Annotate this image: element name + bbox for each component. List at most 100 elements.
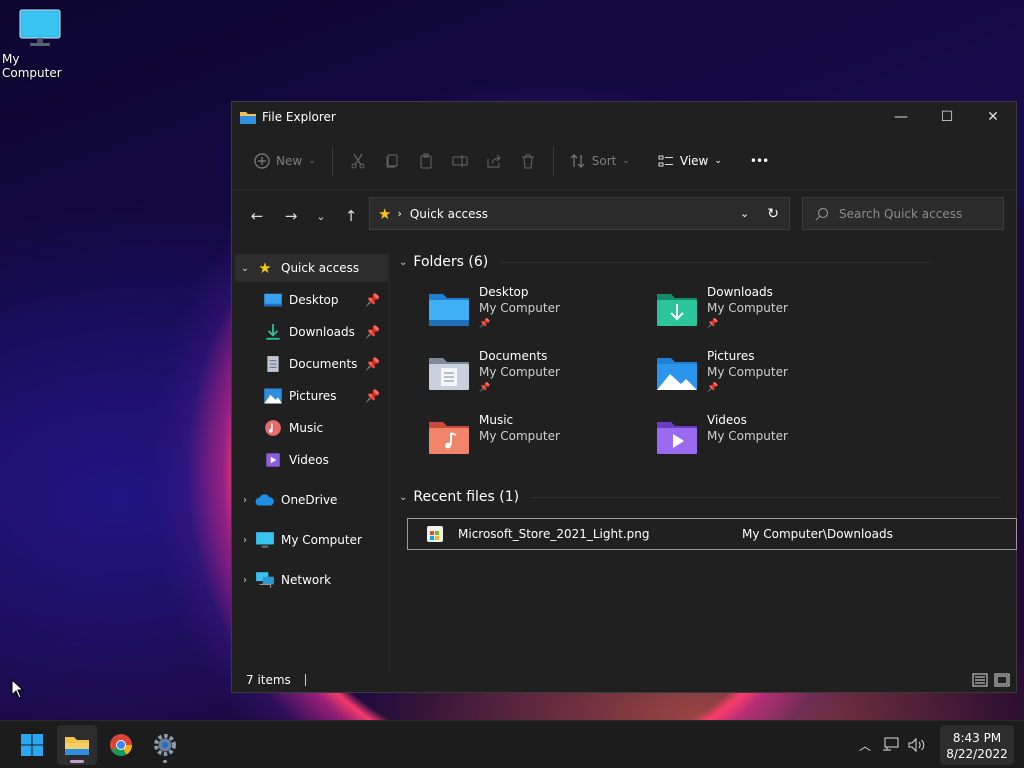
network-icon	[256, 572, 274, 588]
sidebar-item-my-computer[interactable]: › My Computer	[235, 526, 388, 554]
folder-tile-desktop[interactable]: Desktop My Computer 📌	[427, 284, 647, 342]
chevron-right-icon[interactable]: ›	[235, 535, 255, 546]
recent-locations-button[interactable]: ⌄	[308, 200, 334, 232]
share-button[interactable]	[477, 145, 511, 177]
view-label: View	[679, 153, 709, 168]
arrow-up-icon: ↑	[344, 207, 358, 225]
close-button[interactable]: ✕	[970, 102, 1016, 132]
show-hidden-icons-button[interactable]: ︿	[852, 730, 878, 760]
more-options-button[interactable]: •••	[742, 145, 776, 177]
sidebar-item-desktop[interactable]: Desktop 📌	[235, 286, 388, 314]
back-button[interactable]: ←	[240, 200, 274, 232]
address-bar[interactable]: ★ › Quick access ⌄ ↻	[369, 197, 790, 230]
folder-tile-downloads[interactable]: Downloads My Computer 📌	[655, 284, 875, 342]
trash-icon	[521, 154, 534, 168]
sidebar-item-downloads[interactable]: Downloads 📌	[235, 318, 388, 346]
desktop-icon-my-computer[interactable]: My Computer	[2, 8, 78, 80]
address-dropdown-icon[interactable]: ⌄	[740, 207, 749, 220]
picture-folder-icon	[657, 358, 697, 390]
folder-name: Documents	[479, 349, 548, 363]
taskbar-chrome[interactable]	[101, 725, 141, 765]
sidebar-item-label: OneDrive	[281, 493, 338, 507]
chevron-down-icon: ⌄	[399, 491, 408, 503]
mouse-cursor-icon	[11, 679, 25, 699]
chevron-down-icon: ⌄	[316, 209, 326, 223]
maximize-button[interactable]: ☐	[924, 102, 970, 132]
network-status-button[interactable]	[878, 730, 904, 760]
taskbar-file-explorer[interactable]	[57, 725, 97, 765]
clock-date: 8/22/2022	[946, 747, 1008, 761]
folder-name: Pictures	[707, 349, 755, 363]
music-icon	[265, 420, 281, 436]
video-icon	[266, 453, 280, 467]
new-label: New	[276, 153, 303, 168]
sidebar-item-label: Downloads	[289, 325, 355, 339]
folder-tile-videos[interactable]: Videos My Computer	[655, 412, 875, 470]
title-bar[interactable]: File Explorer — ☐ ✕	[232, 102, 1016, 132]
share-icon	[487, 154, 501, 167]
folders-section-header[interactable]: ⌄ Folders (6)	[399, 252, 931, 272]
start-button[interactable]	[12, 725, 52, 765]
sidebar-item-network[interactable]: › Network	[235, 566, 388, 594]
pin-icon: 📌	[479, 319, 491, 329]
search-input[interactable]: Search Quick access	[839, 207, 962, 221]
pin-icon: 📌	[479, 383, 491, 393]
download-folder-icon	[657, 294, 697, 326]
rename-button[interactable]	[443, 145, 477, 177]
sidebar-item-label: My Computer	[281, 533, 362, 547]
settings-icon	[154, 734, 176, 756]
file-explorer-window: File Explorer — ☐ ✕ New ⌄ Sort ⌄ View ⌄ …	[231, 101, 1017, 693]
status-divider	[304, 674, 306, 686]
pin-icon: 📌	[365, 357, 380, 371]
chevron-down-icon: ⌄	[714, 155, 722, 166]
refresh-icon[interactable]: ↻	[767, 206, 779, 222]
details-view-icon[interactable]	[972, 673, 988, 687]
sidebar-item-quick-access[interactable]: ⌄ ★ Quick access	[235, 254, 388, 282]
folder-icon	[240, 112, 256, 124]
chevron-right-icon[interactable]: ›	[235, 495, 255, 506]
tiles-view-icon[interactable]	[994, 673, 1010, 687]
sort-button[interactable]: Sort ⌄	[562, 145, 638, 177]
folder-location: My Computer	[479, 301, 560, 315]
view-button[interactable]: View ⌄	[650, 145, 730, 177]
breadcrumb[interactable]: Quick access	[410, 207, 488, 221]
recent-file-name: Microsoft_Store_2021_Light.png	[458, 527, 650, 541]
sidebar-item-music[interactable]: Music	[235, 414, 388, 442]
folder-tile-pictures[interactable]: Pictures My Computer 📌	[655, 348, 875, 406]
section-title: Recent files (1)	[413, 489, 520, 505]
sidebar-item-label: Pictures	[289, 389, 337, 403]
section-title: Folders (6)	[413, 254, 489, 270]
download-icon	[266, 324, 280, 340]
taskbar-settings[interactable]	[145, 725, 185, 765]
forward-button[interactable]: →	[274, 200, 308, 232]
minimize-button[interactable]: —	[878, 102, 924, 132]
content-pane: ⌄ Folders (6) Desktop My Computer 📌 Down…	[391, 252, 1017, 672]
video-folder-icon	[657, 422, 697, 454]
folder-tile-documents[interactable]: Documents My Computer 📌	[427, 348, 647, 406]
chrome-icon	[110, 734, 132, 756]
sidebar-item-label: Network	[281, 573, 332, 587]
recent-files-section-header[interactable]: ⌄ Recent files (1)	[399, 487, 1002, 507]
sidebar-item-onedrive[interactable]: › OneDrive	[235, 486, 388, 514]
chevron-down-icon[interactable]: ⌄	[235, 263, 255, 274]
cloud-icon	[255, 494, 274, 506]
delete-button[interactable]	[511, 145, 545, 177]
recent-file-row[interactable]: Microsoft_Store_2021_Light.png My Comput…	[407, 518, 1017, 550]
new-button[interactable]: New ⌄	[246, 145, 324, 177]
up-button[interactable]: ↑	[334, 200, 368, 232]
cut-button[interactable]	[341, 145, 375, 177]
paste-button[interactable]	[409, 145, 443, 177]
volume-button[interactable]	[904, 730, 930, 760]
sidebar-item-videos[interactable]: Videos	[235, 446, 388, 474]
chevron-down-icon: ⌄	[308, 155, 316, 166]
chevron-right-icon[interactable]: ›	[235, 575, 255, 586]
sidebar-item-pictures[interactable]: Pictures 📌	[235, 382, 388, 410]
running-app-indicator	[163, 760, 167, 763]
section-divider	[500, 261, 931, 263]
search-box[interactable]: Search Quick access	[802, 197, 1004, 230]
clock[interactable]: 8:43 PM 8/22/2022	[940, 725, 1014, 765]
more-icon: •••	[749, 153, 769, 168]
sidebar-item-documents[interactable]: Documents 📌	[235, 350, 388, 378]
folder-tile-music[interactable]: Music My Computer	[427, 412, 647, 470]
copy-button[interactable]	[375, 145, 409, 177]
